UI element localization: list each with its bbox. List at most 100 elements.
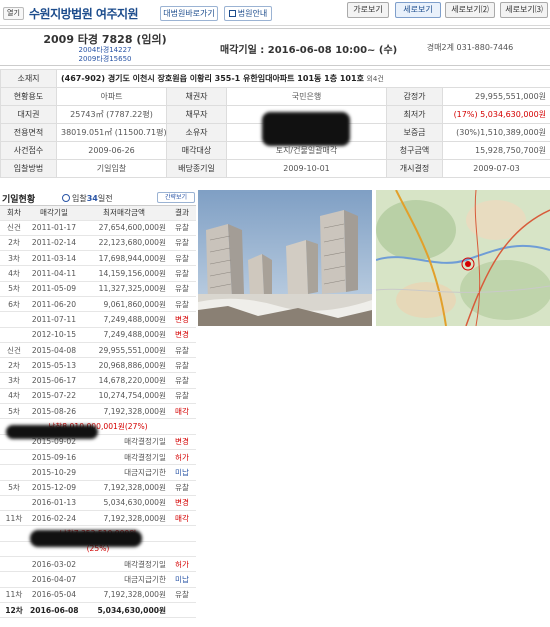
creditor-value: 국민은행 [226, 87, 387, 106]
view-vertical-3-button[interactable]: 세로보기⑶ [500, 2, 548, 18]
case-received-label: 사건접수 [0, 141, 57, 160]
history-round: 11차 [0, 587, 28, 603]
history-round [0, 495, 28, 512]
view-horizontal-button[interactable]: 가로보기 [347, 2, 389, 18]
address: (467-902) 경기도 이천시 장호원읍 이황리 355-1 유한임대아파트… [61, 74, 364, 83]
history-round [0, 556, 28, 573]
history-date: 2011-05-09 [28, 281, 80, 297]
court-guide-label: 법원안내 [237, 9, 268, 18]
history-result: 유찰 [168, 342, 196, 359]
days-suffix: 일전 [97, 194, 113, 203]
address-cell: (467-902) 경기도 이천시 장호원읍 이황리 355-1 유한임대아파트… [55, 69, 550, 88]
history-result: 유찰 [168, 281, 196, 297]
history-date: 2015-06-17 [28, 372, 80, 389]
history-result: 유찰 [168, 372, 196, 389]
history-date: 2016-04-07 [28, 571, 80, 588]
history-row: 6차 2011-06-20 9,061,860,000원 유찰 [0, 296, 196, 313]
usage-label: 현황용도 [0, 87, 57, 106]
history-row: 11차 2016-02-24 7,192,328,000원 매각 [0, 510, 196, 527]
related-case-link[interactable]: 2009타경15650 [0, 54, 210, 64]
history-row: 2012-10-15 7,249,488,000원 변경 [0, 327, 196, 343]
usage-value: 아파트 [56, 87, 167, 106]
history-round: 3차 [0, 372, 28, 389]
location-map[interactable] [376, 190, 550, 326]
history-result: 매각 [168, 403, 196, 420]
history-date: 2011-03-14 [28, 250, 80, 267]
history-result: 유찰 [168, 235, 196, 252]
history-result: 변경 [168, 434, 196, 450]
deposit-value: (30%)1,510,389,000원 [441, 123, 550, 142]
history-date: 2011-04-11 [28, 265, 80, 282]
history-price: 27,654,600,000원 [80, 220, 168, 236]
history-date: 2011-01-17 [28, 220, 80, 236]
history-price: 5,034,630,000원 [80, 495, 168, 512]
court-guide-button[interactable]: 법원안내 [224, 6, 272, 21]
history-price: 22,123,680,000원 [80, 235, 168, 252]
simple-view-button[interactable]: 간략보기 [157, 192, 195, 203]
owner-label: 소유자 [166, 123, 227, 142]
deposit-label: 보증금 [386, 123, 443, 142]
minimum-price-label: 최저가 [386, 105, 443, 124]
dividend-deadline-label: 배당종기일 [166, 159, 227, 178]
history-result: 유찰 [168, 357, 196, 374]
col-price: 최저매각금액 [80, 206, 168, 221]
history-date: 2015-12-09 [28, 480, 80, 496]
sale-target-label: 매각대상 [166, 141, 227, 160]
top-bar: 열기 수원지방법원 여주지원 대법원바로가기 법원안내 가로보기 세로보기 세로… [0, 0, 550, 26]
history-round: 11차 [0, 510, 28, 527]
supreme-court-shortcut-button[interactable]: 대법원바로가기 [160, 6, 218, 21]
land-right-value: 25743㎡ (7787.22평) [56, 105, 167, 124]
property-photo[interactable] [198, 190, 372, 326]
col-result: 결과 [168, 206, 196, 221]
history-price: 7,249,488,000원 [80, 327, 168, 343]
history-round: 2차 [0, 357, 28, 374]
history-price: 매각결정기일 [80, 449, 168, 466]
history-row: 2차 2015-05-13 20,968,886,000원 유찰 [0, 357, 196, 374]
land-right-label: 대지권 [0, 105, 57, 124]
history-date: 2015-08-26 [28, 403, 80, 420]
history-result: 유찰 [168, 388, 196, 405]
exclusive-area-value: 38019.051㎡ (11500.71평) [56, 123, 167, 142]
history-row: 2011-07-11 7,249,488,000원 변경 [0, 311, 196, 328]
history-round: 5차 [0, 403, 28, 420]
history-price: 17,698,944,000원 [80, 250, 168, 267]
history-result [168, 602, 196, 619]
history-price: 14,159,156,000원 [80, 265, 168, 282]
view-vertical-2-button[interactable]: 세로보기⑵ [445, 2, 495, 18]
view-vertical-button[interactable]: 세로보기 [395, 2, 441, 18]
history-date: 2011-07-11 [28, 311, 80, 328]
history-price: 매각결정기일 [80, 556, 168, 573]
history-row: 신건 2011-01-17 27,654,600,000원 유찰 [0, 220, 196, 236]
days-left-toggle[interactable]: 입찰34일전 [62, 193, 113, 204]
history-price: 20,968,886,000원 [80, 357, 168, 374]
court-name: 수원지방법원 여주지원 [29, 7, 139, 21]
days-left: 34 [86, 194, 98, 203]
history-date: 2016-02-24 [28, 510, 80, 527]
history-round: 4차 [0, 388, 28, 405]
appraisal-label: 감정가 [386, 87, 443, 106]
history-round [0, 449, 28, 466]
history-result: 미납 [168, 571, 196, 588]
sale-date: 매각기일 : 2016-06-08 10:00~ (수) [220, 45, 398, 56]
map-image [376, 190, 550, 326]
open-badge[interactable]: 열기 [3, 7, 24, 20]
case-bar: 2009 타경 7828 (임의) 2004타경14227 2009타경1565… [0, 28, 550, 66]
history-row: 12차 2016-06-08 5,034,630,000원 [0, 602, 196, 619]
history-row: 2차 2011-02-14 22,123,680,000원 유찰 [0, 235, 196, 252]
history-price: 10,274,754,000원 [80, 388, 168, 405]
history-date: 2016-05-04 [28, 587, 80, 603]
address-suffix: 외4건 [366, 75, 384, 83]
history-date: 2011-02-14 [28, 235, 80, 252]
redaction-mark [262, 112, 350, 146]
history-row: 4차 2011-04-11 14,159,156,000원 유찰 [0, 265, 196, 282]
case-received-value: 2009-06-26 [56, 141, 167, 160]
history-result: 유찰 [168, 265, 196, 282]
history-row: 5차 2015-12-09 7,192,328,000원 유찰 [0, 480, 196, 496]
bid-method-value: 기일입찰 [56, 159, 167, 178]
history-price: 11,327,325,000원 [80, 281, 168, 297]
history-row: 2016-01-13 5,034,630,000원 변경 [0, 495, 196, 512]
history-price: 7,192,328,000원 [80, 510, 168, 527]
creditor-label: 채권자 [166, 87, 227, 106]
history-result: 미납 [168, 464, 196, 481]
history-result: 변경 [168, 495, 196, 512]
